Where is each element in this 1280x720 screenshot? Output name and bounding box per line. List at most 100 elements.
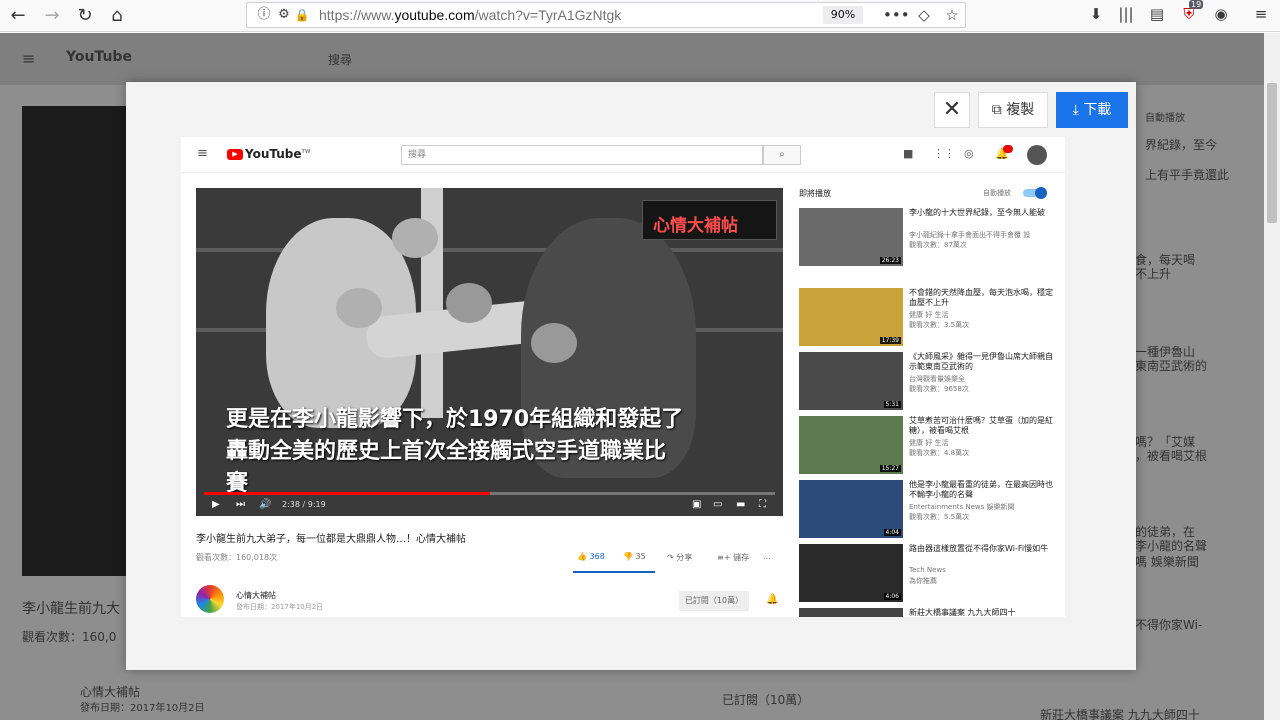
rec-thumbnail: 15:27 xyxy=(799,416,903,474)
page-scrollbar[interactable] xyxy=(1264,33,1280,720)
download-button[interactable]: ⤓ 下載 xyxy=(1056,92,1128,128)
copy-label: 複製 xyxy=(1006,102,1035,118)
bg-side-text: 不得你家Wi- xyxy=(1135,618,1203,632)
recommendation-item: 4:04 他是李小龍最看重的徒弟，在最高因時也不輸李小龍的名聲 Entertainm… xyxy=(799,480,1061,540)
yt-logo: ▶ YouTubeTW xyxy=(227,147,310,161)
zoom-badge[interactable]: 90% xyxy=(823,6,863,24)
page-actions-icon[interactable]: ••• xyxy=(883,4,910,26)
video-progress-fill xyxy=(204,492,490,495)
rec-channel: 健康 好 生活 xyxy=(909,439,949,447)
bg-youtube-header: ≡ YouTube 搜尋 xyxy=(0,33,1264,85)
recommendation-item: 4:06 路由器這樣放置從不得你家Wi-Fi慢如牛 Tech News 為你推薦 xyxy=(799,544,1061,604)
recommendation-item: 5:31 《大師風采》雜得一見伊魯山席大師親自示範東南亞武術的 台灣觀看量娛樂全 觀看… xyxy=(799,352,1061,412)
rec-channel: Entertainments News 娛樂新聞 xyxy=(909,503,1015,511)
rec-duration: 4:06 xyxy=(883,593,901,600)
video-time: 2:38 / 9:19 xyxy=(282,500,326,509)
rec-thumbnail xyxy=(799,608,903,617)
subtitles-icon: ▣ xyxy=(692,499,702,510)
publish-date: 發布日期：2017年10月2日 xyxy=(236,603,324,611)
bg-autoplay: 自動播放 xyxy=(1145,113,1185,124)
channel-watermark: 心情大補帖 xyxy=(642,200,777,240)
yt-play-logo-icon: ▶ xyxy=(227,149,243,160)
copy-button[interactable]: ⧉ 複製 xyxy=(978,92,1048,128)
boxing-glove xyxy=(446,283,492,323)
yt-view-count: 觀看次數：160,018次 xyxy=(196,553,278,562)
boxing-glove xyxy=(336,288,382,328)
rec-thumbnail: 26:23 xyxy=(799,208,903,266)
addon-badge: 19 xyxy=(1189,0,1204,9)
download-arrow-icon[interactable]: ⬇ xyxy=(1085,3,1107,25)
share-button: ↷ 分享 xyxy=(667,553,693,562)
subscribe-button: 已訂閱（10萬） xyxy=(679,591,749,611)
yt-header: ≡ ▶ YouTubeTW 搜尋 ⌕ ■ ⋮⋮ ◎ 🔔 xyxy=(181,137,1065,173)
up-next-heading: 即將播放 xyxy=(799,189,831,198)
yt-notification-badge xyxy=(1003,145,1013,153)
bg-side-text: 界紀錄，至今 xyxy=(1145,138,1218,152)
pocket-icon[interactable]: ◇ xyxy=(913,4,935,26)
theater-icon: ▬ xyxy=(736,499,746,510)
menu-hamburger-icon[interactable]: ≡ xyxy=(1250,3,1272,25)
url-bar[interactable]: ⓘ ⚙ 🔒 https://www.youtube.com/watch?v=Ty… xyxy=(246,2,966,28)
yt-search-input: 搜尋 xyxy=(401,145,763,165)
rec-title: 不會錯的天然降血壓，每天泡水喝，穩定血壓不上升 xyxy=(909,288,1053,307)
rec-channel: 健康 好 生活 xyxy=(909,311,949,319)
next-icon: ⏭ xyxy=(236,499,245,510)
library-icon[interactable]: ||| xyxy=(1115,3,1137,25)
info-icon[interactable]: ⓘ xyxy=(253,4,275,26)
reload-icon[interactable]: ↻ xyxy=(73,4,97,28)
back-arrow-icon[interactable]: ← xyxy=(6,4,30,28)
fullscreen-icon: ⛶ xyxy=(759,499,766,510)
yt-video-player: 心情大補帖 更是在李小龍影響下，於1970年組織和發起了 轟動全美的歷史上首次全… xyxy=(196,188,783,516)
rec-duration: 5:31 xyxy=(883,401,901,408)
rec-title: 艾草煮苦可治什麼嗎？艾草蛋（加的是紅糖），被看喝艾根 xyxy=(909,416,1053,435)
forward-arrow-icon[interactable]: → xyxy=(40,4,64,28)
rec-meta: 觀看次數：5.5萬次 xyxy=(909,513,970,521)
scroll-thumb[interactable] xyxy=(1267,83,1277,223)
rec-meta: 為你推薦 xyxy=(909,577,937,585)
rec-duration: 4:04 xyxy=(883,529,901,536)
bg-logo: YouTube xyxy=(66,49,132,65)
boxing-glove xyxy=(531,323,577,363)
bg-side-text: 上有平手竟還此 xyxy=(1145,168,1230,182)
rec-duration: 26:23 xyxy=(879,257,901,264)
toggle-knob xyxy=(1035,187,1047,199)
rec-thumbnail: 4:04 xyxy=(799,480,903,538)
recommendation-item: 26:23 李小龍的十大世界紀錄，至今無人能破 李小龍紀錄十拿手會面出不得手會覆 設… xyxy=(799,208,1061,268)
bg-search: 搜尋 xyxy=(328,53,353,67)
rec-channel: 台灣觀看量娛樂全 xyxy=(909,375,965,383)
lock-icon[interactable]: 🔒 xyxy=(291,4,313,26)
sidebar-icon[interactable]: ▤ xyxy=(1146,3,1168,25)
bg-video-title: 李小龍生前九大 xyxy=(22,601,120,617)
copy-icon: ⧉ xyxy=(991,102,1007,118)
home-icon[interactable]: ⌂ xyxy=(105,4,129,28)
rec-meta: 觀看次數：87萬次 xyxy=(909,241,967,249)
subtitle-line: 轟動全美的歷史上首次全接觸式空手道職業比 xyxy=(226,439,667,464)
account-addon-icon[interactable]: ◉ xyxy=(1210,3,1232,25)
yt-apps-icon: ⋮⋮ xyxy=(933,147,955,160)
dislike-count: 35 xyxy=(635,552,646,561)
bg-side-text: 不上升 xyxy=(1135,267,1172,281)
bg-side-text: 新莊大橋事議案 九九大師四十 xyxy=(1040,708,1200,720)
download-icon: ⤓ xyxy=(1072,102,1084,118)
bg-side-text: ，被看喝艾根 xyxy=(1135,449,1208,463)
recommendation-item: 17:39 不會錯的天然降血壓，每天泡水喝，穩定血壓不上升 健康 好 生活 觀看次數：… xyxy=(799,288,1061,348)
volume-icon: 🔊 xyxy=(259,499,272,510)
like-button: 👍 368 xyxy=(577,552,605,561)
video-progress-bar xyxy=(204,492,775,495)
share-label: 分享 xyxy=(676,553,693,562)
more-actions-icon: … xyxy=(763,552,771,561)
bg-channel: 心情大補帖 xyxy=(80,685,141,699)
bg-side-text: 李小龍的名聲 xyxy=(1135,539,1208,553)
bookmark-star-icon[interactable]: ☆ xyxy=(941,4,963,26)
rec-meta: 觀看次數：9658次 xyxy=(909,385,969,393)
download-label: 下載 xyxy=(1083,102,1112,118)
watermark-text: 心情大補帖 xyxy=(653,216,738,236)
recommendation-item: 15:27 艾草煮苦可治什麼嗎？艾草蛋（加的是紅糖），被看喝艾根 健康 好 生活 觀看… xyxy=(799,416,1061,476)
yt-chat-icon: ◎ xyxy=(964,147,974,160)
yt-search-icon: ⌕ xyxy=(763,145,801,165)
rec-channel: 李小龍紀錄十拿手會面出不得手會覆 設 xyxy=(909,231,1031,239)
channel-avatar xyxy=(196,585,224,613)
boxing-glove xyxy=(392,218,438,258)
like-count: 368 xyxy=(589,552,605,561)
modal-close-button[interactable]: ✕ xyxy=(934,92,970,128)
